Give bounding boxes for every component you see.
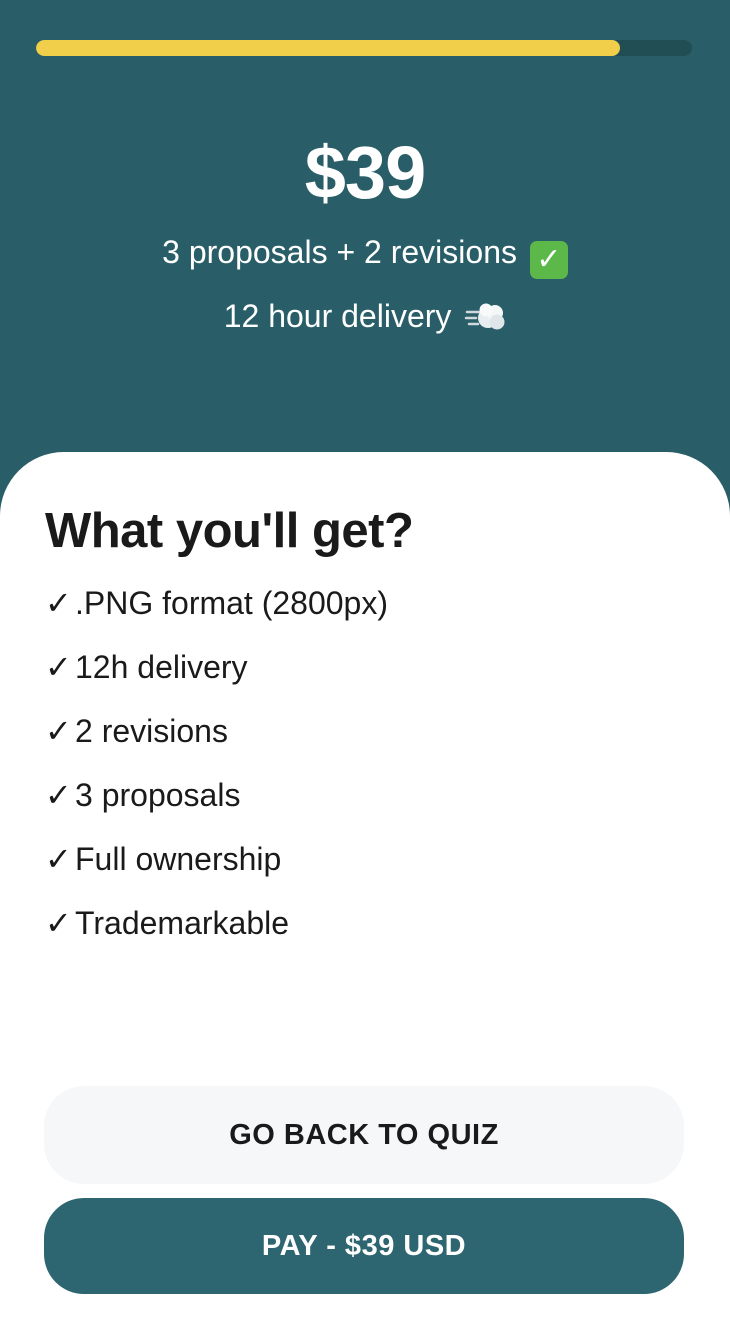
proposals-text: 3 proposals + 2 revisions: [162, 234, 517, 270]
progress-bar: [36, 40, 692, 56]
check-icon: ✓: [45, 649, 72, 685]
check-icon: ✓: [45, 777, 72, 813]
progress-bar-fill: [36, 40, 620, 56]
feature-label: Trademarkable: [75, 905, 290, 941]
feature-label: 12h delivery: [75, 649, 248, 685]
check-icon: ✓: [45, 713, 72, 749]
feature-item: ✓.PNG format (2800px): [45, 578, 388, 642]
feature-item: ✓Full ownership: [45, 834, 388, 898]
feature-item: ✓Trademarkable: [45, 898, 388, 962]
check-icon: ✓: [45, 585, 72, 621]
feature-label: Full ownership: [75, 841, 282, 877]
feature-label: .PNG format (2800px): [75, 585, 388, 621]
benefits-title: What you'll get?: [45, 504, 414, 558]
feature-item: ✓12h delivery: [45, 642, 388, 706]
pay-button[interactable]: PAY - $39 USD: [44, 1198, 684, 1294]
check-icon: ✓: [45, 841, 72, 877]
price-label: $39: [304, 131, 426, 214]
delivery-text: 12 hour delivery: [223, 298, 452, 334]
delivery-line: 12 hour delivery: [0, 296, 730, 336]
go-back-to-quiz-button[interactable]: GO BACK TO QUIZ: [44, 1086, 684, 1184]
check-icon: ✓: [45, 905, 72, 941]
feature-label: 3 proposals: [75, 777, 241, 813]
check-mark-emoji-icon: ✓: [529, 241, 568, 279]
feature-item: ✓2 revisions: [45, 706, 388, 770]
feature-label: 2 revisions: [75, 713, 228, 749]
header-panel: $39 3 proposals + 2 revisions ✓ 12 hour …: [0, 0, 730, 520]
features-list: ✓.PNG format (2800px) ✓12h delivery ✓2 rev…: [45, 578, 388, 962]
proposals-line: 3 proposals + 2 revisions ✓: [0, 232, 730, 279]
dash-emoji-icon: [465, 303, 505, 330]
feature-item: ✓3 proposals: [45, 770, 388, 834]
